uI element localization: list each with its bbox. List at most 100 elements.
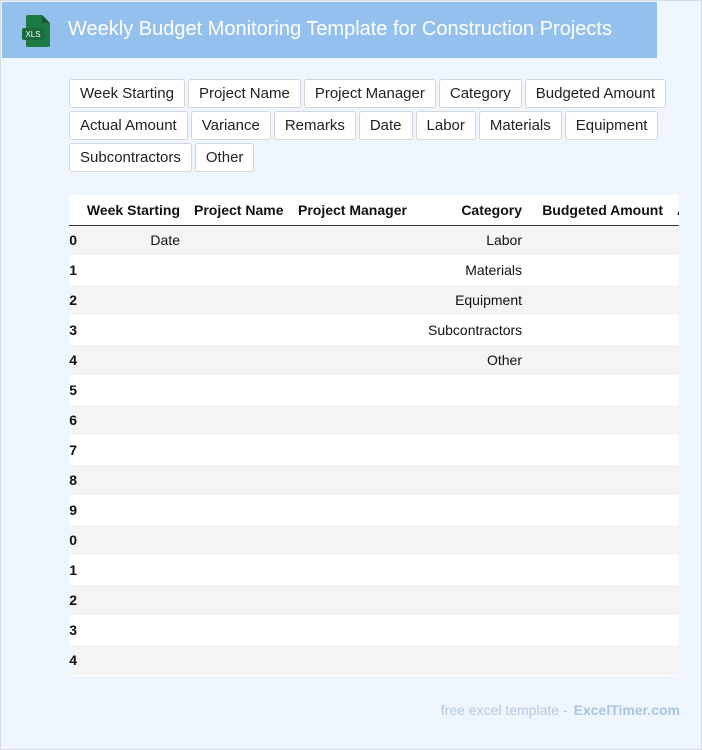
budgeted-amount-cell <box>529 615 670 645</box>
data-table-viewport[interactable]: Week Starting Project Name Project Manager… <box>69 195 679 676</box>
footer-prefix: free excel template - <box>440 702 568 718</box>
category-cell: Materials <box>465 262 522 278</box>
table-row: 0 Date Labor <box>69 225 679 255</box>
category-cell <box>421 645 529 675</box>
category-cell <box>421 495 529 525</box>
week-starting-cell: Date <box>150 232 180 249</box>
column-tag-chip[interactable]: Subcontractors <box>69 143 192 172</box>
category-cell: Labor <box>486 232 522 249</box>
actual-amount-cell <box>670 285 679 315</box>
budgeted-amount-cell <box>529 255 670 285</box>
row-index-cell: 5 <box>69 382 77 398</box>
week-starting-cell <box>77 555 187 585</box>
actual-amount-cell <box>670 615 679 645</box>
row-index-cell: 2 <box>69 592 77 608</box>
budgeted-amount-cell <box>529 315 670 345</box>
project-name-cell <box>187 645 291 675</box>
week-starting-cell <box>77 285 187 315</box>
table-row: 3 Subcontractors <box>69 315 679 345</box>
row-index-cell: 1 <box>69 562 77 578</box>
table-body: 0 Date Labor 1 Materials 2 Equipment 3 Subcontra… <box>69 225 679 675</box>
column-header[interactable]: Project Name <box>187 195 291 226</box>
category-cell: Equipment <box>455 292 522 308</box>
row-index-cell: 2 <box>69 292 77 308</box>
budgeted-amount-cell <box>529 525 670 555</box>
week-starting-cell <box>77 465 187 495</box>
column-header[interactable]: Category <box>421 195 529 226</box>
week-starting-cell <box>77 375 187 405</box>
category-cell <box>421 615 529 645</box>
budgeted-amount-cell <box>529 285 670 315</box>
actual-amount-cell <box>670 225 679 255</box>
actual-amount-cell <box>670 465 679 495</box>
project-name-cell <box>187 345 291 375</box>
project-manager-cell <box>291 285 421 315</box>
budgeted-amount-cell <box>529 435 670 465</box>
table-row: 8 <box>69 465 679 495</box>
column-tag-chip[interactable]: Labor <box>415 111 476 140</box>
project-name-cell <box>187 405 291 435</box>
project-name-cell <box>187 255 291 285</box>
project-manager-cell <box>291 405 421 435</box>
table-row: 7 <box>69 435 679 465</box>
project-manager-cell <box>291 495 421 525</box>
column-tag-chip[interactable]: Project Name <box>187 79 301 108</box>
category-cell <box>421 585 529 615</box>
table-row: 5 <box>69 375 679 405</box>
project-manager-cell <box>291 525 421 555</box>
project-manager-cell <box>291 435 421 465</box>
row-index-cell: 7 <box>69 442 77 458</box>
column-tag-list: Week Starting Project Name Project Manager… <box>69 79 669 172</box>
column-tag-chip[interactable]: Date <box>358 111 413 140</box>
table-row: 9 <box>69 495 679 525</box>
table-row: 1 Materials <box>69 255 679 285</box>
category-cell <box>421 375 529 405</box>
column-tag-chip[interactable]: Remarks <box>273 111 356 140</box>
row-index-cell: 6 <box>69 412 77 428</box>
week-starting-cell <box>77 615 187 645</box>
column-tag-chip[interactable]: Materials <box>478 111 562 140</box>
budgeted-amount-cell <box>529 555 670 585</box>
project-name-cell <box>187 615 291 645</box>
table-row: 3 <box>69 615 679 645</box>
column-tag-chip[interactable]: Actual Amount <box>69 111 188 140</box>
actual-amount-cell <box>670 555 679 585</box>
column-tag-chip[interactable]: Category <box>438 79 522 108</box>
week-starting-cell <box>77 495 187 525</box>
column-tag-chip[interactable]: Week Starting <box>69 79 185 108</box>
column-tag-chip[interactable]: Other <box>194 143 255 172</box>
budgeted-amount-cell <box>529 465 670 495</box>
actual-amount-cell <box>670 435 679 465</box>
column-header[interactable]: Budgeted Amount <box>529 195 670 226</box>
table-row: 2 Equipment <box>69 285 679 315</box>
column-tag-chip[interactable]: Equipment <box>564 111 659 140</box>
column-tag-chip[interactable]: Project Manager <box>303 79 436 108</box>
budgeted-amount-cell <box>529 225 670 255</box>
project-name-cell <box>187 585 291 615</box>
column-header[interactable]: Project Manager <box>291 195 421 226</box>
project-name-cell <box>187 495 291 525</box>
week-starting-cell <box>77 435 187 465</box>
actual-amount-cell <box>670 375 679 405</box>
excel-file-icon: XLS <box>22 15 50 47</box>
project-manager-cell <box>291 465 421 495</box>
week-starting-cell <box>77 315 187 345</box>
project-manager-cell <box>291 645 421 675</box>
table-row: 4 <box>69 645 679 675</box>
column-header[interactable]: Week Starting <box>77 195 187 226</box>
column-tag-chip[interactable]: Variance <box>190 111 271 140</box>
project-name-cell <box>187 435 291 465</box>
project-manager-cell <box>291 555 421 585</box>
project-manager-cell <box>291 585 421 615</box>
svg-text:XLS: XLS <box>25 30 40 39</box>
actual-amount-cell <box>670 405 679 435</box>
project-manager-cell <box>291 345 421 375</box>
footer-brand-link[interactable]: ExcelTimer.com <box>574 702 680 718</box>
header-bar: XLS Weekly Budget Monitoring Template fo… <box>2 2 657 58</box>
column-header[interactable]: Ac <box>670 195 679 226</box>
table-row: 6 <box>69 405 679 435</box>
project-name-cell <box>187 465 291 495</box>
row-index-cell: 1 <box>69 262 77 278</box>
week-starting-cell <box>77 405 187 435</box>
column-tag-chip[interactable]: Budgeted Amount <box>524 79 667 108</box>
